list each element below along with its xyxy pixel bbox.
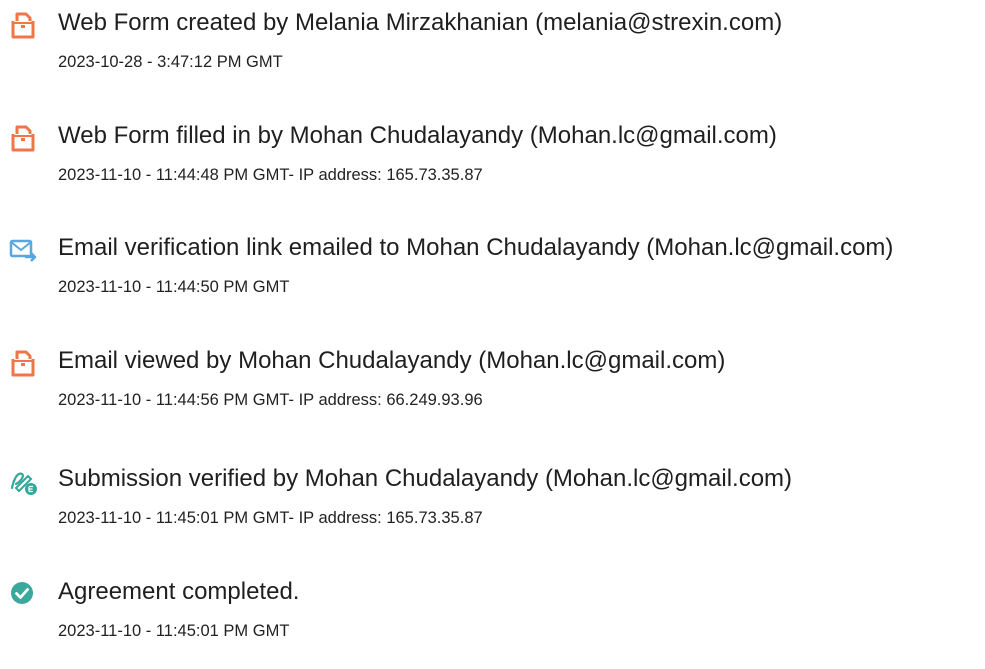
document-icon	[11, 350, 35, 377]
event-timestamp: 2023-11-10 - 11:44:50 PM GMT	[58, 278, 290, 296]
audit-entry-form-filled: Web Form filled in by Mohan Chudalayandy…	[0, 122, 985, 213]
event-title: Web Form filled in by Mohan Chudalayandy…	[58, 122, 777, 149]
event-title: Web Form created by Melania Mirzakhanian…	[58, 9, 783, 36]
audit-entry-email-sent: Email verification link emailed to Mohan…	[0, 234, 985, 325]
document-icon	[11, 125, 35, 152]
event-title: Email verification link emailed to Mohan…	[58, 234, 894, 261]
event-timestamp: 2023-11-10 - 11:44:48 PM GMT- IP address…	[58, 166, 483, 184]
event-timestamp: 2023-11-10 - 11:45:01 PM GMT- IP address…	[58, 509, 483, 527]
email-send-icon	[9, 239, 37, 262]
event-title: Agreement completed.	[58, 578, 300, 605]
event-title: Email viewed by Mohan Chudalayandy (Moha…	[58, 347, 726, 374]
check-circle-icon	[11, 582, 33, 604]
event-timestamp: 2023-11-10 - 11:44:56 PM GMT- IP address…	[58, 391, 483, 409]
audit-entry-email-viewed: Email viewed by Mohan Chudalayandy (Moha…	[0, 347, 985, 438]
event-timestamp: 2023-10-28 - 3:47:12 PM GMT	[58, 53, 283, 71]
event-title: Submission verified by Mohan Chudalayand…	[58, 465, 793, 492]
audit-entry-form-created: Web Form created by Melania Mirzakhanian…	[0, 9, 985, 100]
event-timestamp: 2023-11-10 - 11:45:01 PM GMT	[58, 622, 290, 640]
document-icon	[11, 12, 35, 39]
audit-entry-agreement-completed: Agreement completed. 2023-11-10 - 11:45:…	[0, 578, 985, 669]
audit-trail: Web Form created by Melania Mirzakhanian…	[0, 0, 985, 649]
audit-entry-submission-verified: Submission verified by Mohan Chudalayand…	[0, 465, 985, 556]
signature-verified-icon	[10, 472, 37, 495]
